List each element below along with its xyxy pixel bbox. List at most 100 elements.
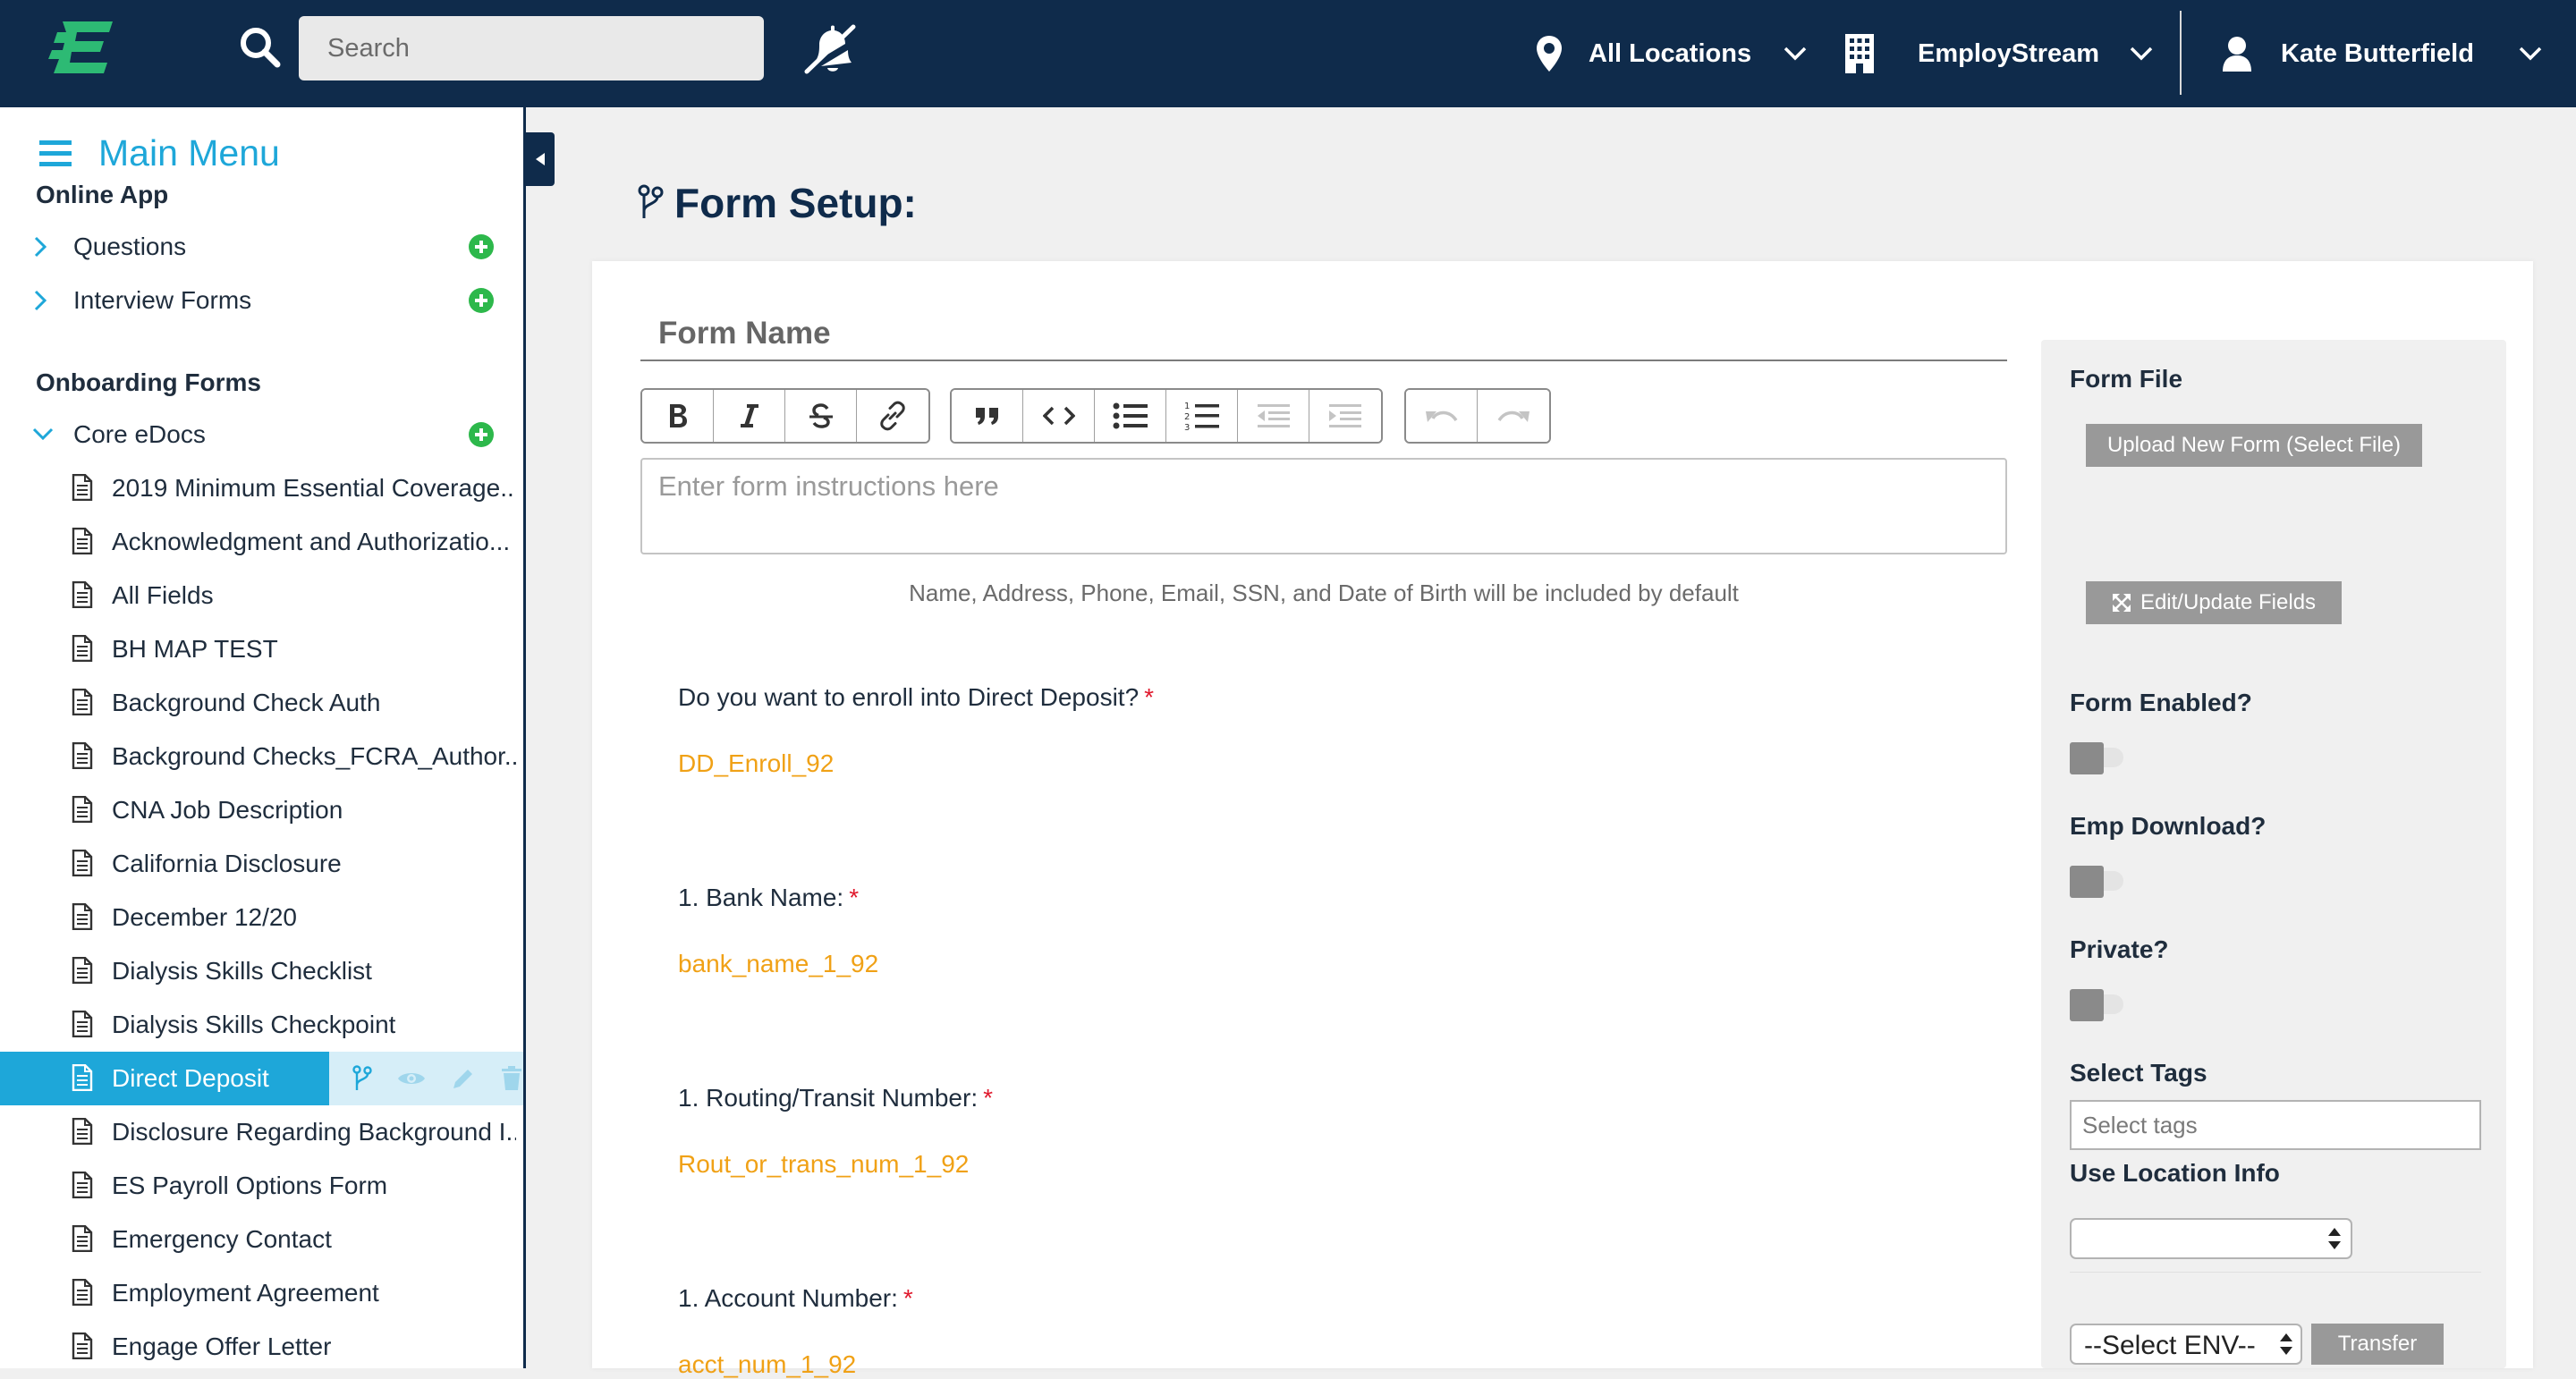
italic-icon <box>740 404 758 427</box>
code-button[interactable] <box>1023 390 1095 442</box>
undo-icon <box>1425 410 1457 422</box>
question-field-name: Rout_or_trans_num_1_92 <box>678 1150 970 1178</box>
sidebar-folder-core-edocs[interactable]: Core eDocs <box>0 408 523 461</box>
required-marker: * <box>1144 683 1155 711</box>
fork-icon[interactable] <box>352 1065 372 1092</box>
form-enabled-toggle[interactable] <box>2070 742 2123 774</box>
edit-pencil-icon[interactable] <box>451 1066 476 1091</box>
notifications-off-icon[interactable] <box>801 23 857 75</box>
svg-text:2: 2 <box>1184 412 1190 422</box>
form-name-input[interactable] <box>640 308 2007 361</box>
upload-form-button[interactable]: Upload New Form (Select File) <box>2086 424 2422 467</box>
sidebar-collapse-button[interactable] <box>526 132 555 186</box>
required-marker: * <box>902 1284 913 1312</box>
document-item[interactable]: Dialysis Skills Checklist <box>0 944 523 998</box>
required-marker: * <box>983 1084 994 1112</box>
env-select[interactable]: --Select ENV-- <box>2070 1324 2302 1365</box>
page-title: Form Setup: <box>637 179 917 227</box>
redo-button[interactable] <box>1478 390 1549 442</box>
question-field-name: DD_Enroll_92 <box>678 749 835 777</box>
indent-icon <box>1329 404 1361 427</box>
document-icon <box>72 796 93 823</box>
document-label: Dialysis Skills Checklist <box>112 957 372 985</box>
chevron-down-icon <box>2519 47 2542 61</box>
document-icon <box>72 742 93 769</box>
private-toggle[interactable] <box>2070 989 2123 1021</box>
document-item-active[interactable]: Direct Deposit <box>0 1052 523 1105</box>
emp-download-toggle[interactable] <box>2070 866 2123 898</box>
blockquote-button[interactable] <box>952 390 1023 442</box>
sidebar-item-label: Questions <box>73 233 187 260</box>
search-input[interactable] <box>299 16 764 80</box>
svg-text:3: 3 <box>1184 423 1190 431</box>
location-info-select[interactable] <box>2070 1218 2352 1259</box>
document-item[interactable]: Background Check Auth <box>0 676 523 730</box>
document-item[interactable]: BH MAP TEST <box>0 622 523 676</box>
fork-icon <box>638 184 664 218</box>
document-item[interactable]: Background Checks_FCRA_Author... <box>0 730 523 783</box>
edit-fields-button[interactable]: Edit/Update Fields <box>2086 581 2342 624</box>
trash-icon[interactable] <box>501 1066 522 1091</box>
document-item[interactable]: Emergency Contact <box>0 1213 523 1266</box>
chevron-down-icon <box>1784 47 1807 61</box>
document-label: Direct Deposit <box>112 1064 269 1092</box>
outdent-button[interactable] <box>1238 390 1309 442</box>
link-button[interactable] <box>857 390 928 442</box>
online-app-title: Online App <box>36 181 169 208</box>
topbar-divider <box>2180 11 2182 95</box>
document-label: ES Payroll Options Form <box>112 1172 388 1199</box>
document-item[interactable]: Engage Offer Letter <box>0 1320 523 1368</box>
italic-button[interactable] <box>714 390 785 442</box>
user-name: Kate Butterfield <box>2281 38 2474 68</box>
map-pin-icon <box>1537 36 1562 72</box>
document-item[interactable]: CNA Job Description <box>0 783 523 837</box>
user-menu[interactable]: Kate Butterfield <box>2222 0 2542 107</box>
document-item[interactable]: 2019 Minimum Essential Coverage... <box>0 461 523 515</box>
main-menu-title: Main Menu <box>98 132 280 173</box>
text-format-toolbar <box>640 388 930 444</box>
transfer-button[interactable]: Transfer <box>2311 1324 2444 1365</box>
chevron-right-icon <box>34 290 47 311</box>
numbered-list-button[interactable]: 123 <box>1166 390 1238 442</box>
document-item[interactable]: ES Payroll Options Form <box>0 1159 523 1213</box>
document-icon <box>72 528 93 554</box>
document-item[interactable]: California Disclosure <box>0 837 523 891</box>
strikethrough-button[interactable] <box>785 390 857 442</box>
select-tags-input[interactable] <box>2070 1100 2481 1150</box>
document-icon <box>72 1172 93 1198</box>
search-icon[interactable] <box>238 25 283 70</box>
private-label: Private? <box>2070 935 2169 963</box>
form-instructions-editor[interactable] <box>640 458 2007 554</box>
document-icon <box>72 850 93 876</box>
sidebar: Main Menu Online App Questions Interview… <box>0 107 526 1368</box>
document-actions <box>329 1052 523 1105</box>
document-item[interactable]: Disclosure Regarding Background I... <box>0 1105 523 1159</box>
select-arrows-icon <box>2328 1228 2341 1249</box>
question-label: Do you want to enroll into Direct Deposi… <box>678 683 1155 711</box>
company-switcher[interactable]: EmployStream <box>1844 0 2153 107</box>
hamburger-menu-icon[interactable] <box>39 140 72 167</box>
sidebar-item-interview-forms[interactable]: Interview Forms <box>0 274 523 327</box>
document-item[interactable]: Acknowledgment and Authorizatio... <box>0 515 523 569</box>
employstream-logo-icon[interactable] <box>47 18 120 77</box>
undo-button[interactable] <box>1406 390 1478 442</box>
document-label: All Fields <box>112 581 214 609</box>
top-navigation-bar: All Locations EmployStream Kate Butterfi… <box>0 0 2576 107</box>
indent-button[interactable] <box>1309 390 1381 442</box>
add-interview-form-icon[interactable] <box>469 288 494 313</box>
document-label: Employment Agreement <box>112 1279 379 1307</box>
chevron-right-icon <box>34 236 47 258</box>
location-switcher[interactable]: All Locations <box>1535 0 1807 107</box>
sidebar-item-questions[interactable]: Questions <box>0 220 523 274</box>
add-document-icon[interactable] <box>469 422 494 447</box>
document-item[interactable]: December 12/20 <box>0 891 523 944</box>
add-question-icon[interactable] <box>469 234 494 259</box>
bold-button[interactable] <box>642 390 714 442</box>
document-item[interactable]: Dialysis Skills Checkpoint <box>0 998 523 1052</box>
document-icon <box>72 474 93 501</box>
bullet-list-button[interactable] <box>1095 390 1166 442</box>
document-item[interactable]: Employment Agreement <box>0 1266 523 1320</box>
document-item[interactable]: All Fields <box>0 569 523 622</box>
main-menu-header[interactable]: Main Menu <box>39 132 280 174</box>
preview-eye-icon[interactable] <box>397 1069 426 1088</box>
